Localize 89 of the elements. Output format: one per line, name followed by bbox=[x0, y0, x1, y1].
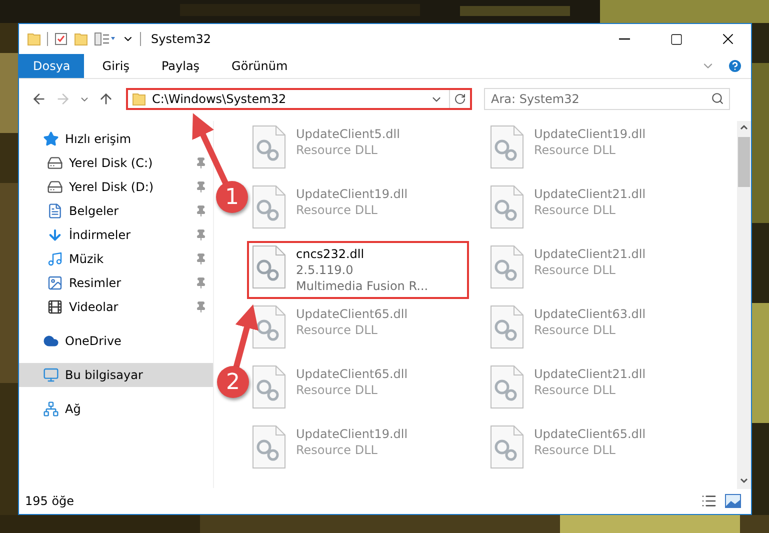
file-detail: Resource DLL bbox=[534, 262, 616, 278]
download-icon bbox=[47, 227, 63, 243]
music-note-icon bbox=[47, 251, 63, 267]
ribbon-tab[interactable]: Görünüm bbox=[218, 54, 302, 78]
pin-icon[interactable] bbox=[195, 157, 207, 169]
file-detail: 2.5.119.0 bbox=[296, 262, 354, 278]
pin-icon[interactable] bbox=[195, 181, 207, 193]
dll-file-icon bbox=[490, 305, 524, 349]
sidebar-item[interactable]: Yerel Disk (C:) bbox=[19, 151, 213, 175]
file-name[interactable]: UpdateClient63.dll bbox=[534, 306, 646, 322]
drive-icon bbox=[47, 155, 63, 171]
help-icon[interactable] bbox=[727, 58, 743, 74]
file-name[interactable]: UpdateClient19.dll bbox=[534, 126, 646, 142]
monitor-icon bbox=[43, 367, 59, 383]
image-icon bbox=[47, 275, 63, 291]
file-detail: Resource DLL bbox=[296, 442, 378, 458]
details-view-icon[interactable] bbox=[701, 493, 717, 509]
sidebar-item[interactable]: Bu bilgisayar bbox=[19, 363, 213, 387]
ribbon-tab[interactable]: Giriş bbox=[88, 54, 144, 78]
dll-file-icon bbox=[252, 425, 286, 469]
window-title: System32 bbox=[151, 32, 212, 46]
scrollbar[interactable] bbox=[737, 121, 751, 489]
sidebar-item[interactable]: Belgeler bbox=[19, 199, 213, 223]
file-name[interactable]: UpdateClient65.dll bbox=[296, 366, 408, 382]
drive-icon bbox=[47, 179, 63, 195]
network-icon bbox=[43, 401, 59, 417]
sidebar-item[interactable]: İndirmeler bbox=[19, 223, 213, 247]
dll-file-icon bbox=[252, 305, 286, 349]
item-count: 195 öğe bbox=[25, 494, 76, 508]
dll-file-icon bbox=[252, 125, 286, 169]
ribbon-tab[interactable]: Paylaş bbox=[147, 54, 214, 78]
folder-icon bbox=[132, 92, 146, 106]
properties-icon[interactable] bbox=[94, 32, 116, 46]
refresh-icon bbox=[454, 93, 466, 105]
maximize-icon bbox=[670, 32, 682, 46]
star-icon bbox=[43, 131, 59, 147]
pin-icon[interactable] bbox=[195, 205, 207, 217]
sidebar-item[interactable]: Videolar bbox=[19, 295, 213, 319]
sidebar-item[interactable]: Müzik bbox=[19, 247, 213, 271]
search-icon[interactable] bbox=[711, 92, 724, 105]
sidebar-item[interactable]: Ağ bbox=[19, 397, 213, 421]
pin-icon[interactable] bbox=[195, 301, 207, 313]
folder-icon[interactable] bbox=[74, 32, 88, 46]
address-path: C:\Windows\System32 bbox=[152, 92, 288, 106]
file-detail: Resource DLL bbox=[296, 382, 378, 398]
arrow bbox=[233, 304, 258, 369]
file-detail: Resource DLL bbox=[534, 382, 616, 398]
file-name[interactable]: cncs232.dll bbox=[296, 246, 428, 262]
file-detail: Resource DLL bbox=[534, 202, 616, 218]
file-name[interactable]: UpdateClient19.dll bbox=[296, 426, 408, 442]
file-detail: Multimedia Fusion R... bbox=[296, 278, 428, 294]
ribbon-tab[interactable]: Dosya bbox=[19, 54, 84, 78]
file-detail: Resource DLL bbox=[534, 322, 616, 338]
minimize-icon bbox=[618, 38, 630, 40]
file-name[interactable]: UpdateClient19.dll bbox=[296, 186, 408, 202]
file-name[interactable]: UpdateClient65.dll bbox=[534, 426, 646, 442]
file-name[interactable]: UpdateClient21.dll bbox=[534, 246, 646, 262]
pin-icon[interactable] bbox=[195, 277, 207, 289]
pin-icon[interactable] bbox=[195, 253, 207, 265]
large-icons-view-icon[interactable] bbox=[725, 494, 741, 508]
file-detail: Resource DLL bbox=[534, 442, 616, 458]
film-icon bbox=[47, 299, 63, 315]
dll-file-icon bbox=[252, 185, 286, 229]
sidebar-item[interactable]: OneDrive bbox=[19, 329, 213, 353]
dll-file-icon bbox=[252, 245, 286, 289]
folder-icon[interactable] bbox=[27, 32, 41, 46]
file-name[interactable]: UpdateClient21.dll bbox=[534, 186, 646, 202]
file-name[interactable]: UpdateClient21.dll bbox=[534, 366, 646, 382]
document-icon bbox=[47, 203, 63, 219]
file-detail: Resource DLL bbox=[534, 142, 616, 158]
file-detail: Resource DLL bbox=[296, 202, 378, 218]
file-detail: Resource DLL bbox=[296, 142, 378, 158]
file-detail: Resource DLL bbox=[296, 322, 378, 338]
dll-file-icon bbox=[490, 245, 524, 289]
checklist-icon[interactable] bbox=[54, 32, 68, 46]
search-field[interactable]: Ara: System32 bbox=[484, 88, 730, 110]
file-name[interactable]: UpdateClient5.dll bbox=[296, 126, 400, 142]
pin-icon[interactable] bbox=[195, 229, 207, 241]
cloud-icon bbox=[43, 333, 59, 349]
dll-file-icon bbox=[490, 425, 524, 469]
dll-file-icon bbox=[252, 365, 286, 409]
sidebar-item[interactable]: Resimler bbox=[19, 271, 213, 295]
dll-file-icon bbox=[490, 185, 524, 229]
address-bar[interactable]: C:\Windows\System32 bbox=[126, 88, 472, 110]
sidebar-item[interactable]: Hızlı erişim bbox=[19, 127, 213, 151]
dll-file-icon bbox=[490, 365, 524, 409]
sidebar-item[interactable]: Yerel Disk (D:) bbox=[19, 175, 213, 199]
dll-file-icon bbox=[490, 125, 524, 169]
file-name[interactable]: UpdateClient65.dll bbox=[296, 306, 408, 322]
